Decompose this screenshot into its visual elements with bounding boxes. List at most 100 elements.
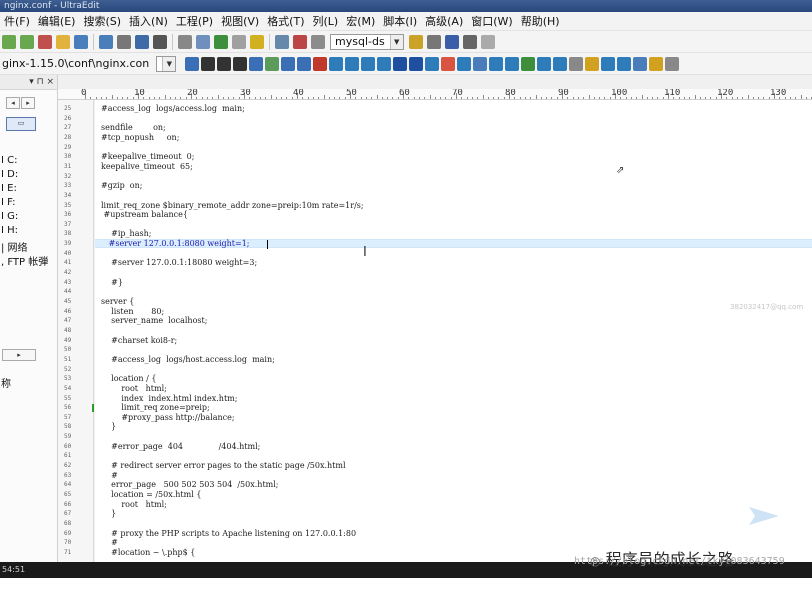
menu-item-10[interactable]: 高级(A) — [421, 12, 467, 30]
toolbar-button-8[interactable] — [153, 35, 167, 49]
panel-item[interactable]: I G: — [0, 211, 18, 222]
toolbar-button-19[interactable] — [444, 35, 459, 49]
format-toolbar-button-16[interactable] — [441, 57, 456, 71]
code-editor[interactable]: #access_log logs/access.log main; sendfil… — [95, 100, 812, 562]
format-toolbar-button-14[interactable] — [409, 57, 424, 71]
toolbar-button-5[interactable] — [99, 35, 113, 49]
format-toolbar-button-28[interactable] — [633, 57, 648, 71]
format-toolbar-button-23[interactable] — [553, 57, 568, 71]
format-toolbar-button-8[interactable] — [313, 57, 328, 71]
menu-item-3[interactable]: 插入(N) — [125, 12, 172, 30]
toolbar-button-20[interactable] — [462, 35, 477, 49]
menu-item-6[interactable]: 格式(T) — [263, 12, 308, 30]
format-toolbar-button-2[interactable] — [217, 57, 232, 71]
code-line[interactable]: #server 127.0.0.1:8080 weight=1; — [101, 240, 250, 248]
toolbar-button-10[interactable] — [196, 35, 210, 49]
code-line[interactable]: location = /50x.html { — [101, 491, 201, 499]
format-toolbar-button-20[interactable] — [505, 57, 520, 71]
toolbar-button-0[interactable] — [2, 35, 16, 49]
panel-item[interactable]: I C: — [0, 155, 17, 166]
code-line[interactable]: root html; — [101, 500, 167, 509]
code-line[interactable]: } — [101, 510, 116, 518]
code-line[interactable]: # — [101, 539, 118, 547]
format-toolbar-button-0[interactable] — [185, 57, 200, 71]
code-line[interactable]: #gzip on; — [101, 182, 142, 190]
code-line[interactable]: server_name localhost; — [101, 317, 207, 325]
toolbar-button-14[interactable] — [275, 35, 289, 49]
format-toolbar-button-21[interactable] — [521, 57, 536, 71]
toolbar-button-11[interactable] — [214, 35, 228, 49]
panel-item[interactable]: | 网络 — [0, 239, 28, 254]
format-toolbar-button-22[interactable] — [537, 57, 552, 71]
panel-scroll-button[interactable]: ▸ — [2, 349, 36, 361]
format-toolbar-button-4[interactable] — [249, 57, 264, 71]
toolbar-button-12[interactable] — [232, 35, 246, 49]
code-line[interactable]: limit_req zone=preip; — [101, 404, 209, 412]
toolbar-button-2[interactable] — [38, 35, 52, 49]
panel-item[interactable]: I H: — [0, 225, 18, 236]
menu-item-2[interactable]: 搜索(S) — [79, 12, 125, 30]
panel-forward-button[interactable]: ▸ — [21, 97, 35, 109]
code-line[interactable]: #upstream balance{ — [101, 211, 188, 219]
menu-item-12[interactable]: 帮助(H) — [517, 12, 564, 30]
toolbar-button-4[interactable] — [74, 35, 88, 49]
menu-item-0[interactable]: 件(F) — [0, 12, 34, 30]
code-line[interactable]: # proxy the PHP scripts to Apache listen… — [101, 529, 356, 538]
format-toolbar-button-18[interactable] — [473, 57, 488, 71]
code-line[interactable]: #keepalive_timeout 0; — [101, 153, 194, 161]
panel-item[interactable]: I D: — [0, 169, 18, 180]
format-toolbar-button-30[interactable] — [665, 57, 680, 71]
format-toolbar-button-6[interactable] — [281, 57, 296, 71]
toolbar-button-7[interactable] — [135, 35, 149, 49]
code-line[interactable]: server { — [101, 298, 134, 306]
format-toolbar-button-9[interactable] — [329, 57, 344, 71]
toolbar-button-6[interactable] — [117, 35, 131, 49]
code-line[interactable]: #location ~ \.php$ { — [101, 548, 195, 557]
format-toolbar-button-24[interactable] — [569, 57, 584, 71]
menu-item-5[interactable]: 视图(V) — [217, 12, 263, 30]
config-combo[interactable]: mysql-ds ▼ — [330, 34, 404, 50]
toolbar-button-1[interactable] — [20, 35, 34, 49]
toolbar-button-17[interactable] — [408, 35, 423, 49]
format-toolbar-button-1[interactable] — [201, 57, 216, 71]
menu-item-1[interactable]: 编辑(E) — [34, 12, 80, 30]
format-toolbar-button-11[interactable] — [361, 57, 376, 71]
format-toolbar-button-12[interactable] — [377, 57, 392, 71]
code-line[interactable]: location / { — [101, 375, 156, 383]
toolbar-button-9[interactable] — [178, 35, 192, 49]
code-line[interactable]: #error_page 404 /404.html; — [101, 442, 260, 451]
menu-item-9[interactable]: 脚本(I) — [379, 12, 421, 30]
format-toolbar-button-27[interactable] — [617, 57, 632, 71]
panel-item[interactable]: 称 — [0, 375, 11, 390]
code-line[interactable]: # — [101, 471, 118, 480]
format-toolbar-button-29[interactable] — [649, 57, 664, 71]
menu-item-8[interactable]: 宏(M) — [342, 12, 379, 30]
code-line[interactable]: #charset koi8-r; — [101, 336, 177, 345]
panel-item[interactable]: I F: — [0, 197, 15, 208]
code-line[interactable]: root html; — [101, 384, 167, 393]
panel-back-button[interactable]: ◂ — [6, 97, 20, 109]
file-path-label[interactable]: ginx-1.15.0\conf\nginx.con — [0, 55, 149, 73]
toolbar-button-18[interactable] — [426, 35, 441, 49]
code-line[interactable]: #} — [101, 278, 123, 287]
code-line[interactable]: index index.html index.htm; — [101, 394, 237, 403]
code-line[interactable]: #tcp_nopush on; — [101, 133, 179, 142]
format-toolbar-button-10[interactable] — [345, 57, 360, 71]
format-toolbar-button-13[interactable] — [393, 57, 408, 71]
code-line[interactable]: # redirect server error pages to the sta… — [101, 462, 345, 470]
panel-drive-selector[interactable]: ▭ — [6, 117, 36, 131]
format-toolbar-button-19[interactable] — [489, 57, 504, 71]
toolbar-button-13[interactable] — [250, 35, 264, 49]
format-toolbar-button-7[interactable] — [297, 57, 312, 71]
code-line[interactable]: #access_log logs/host.access.log main; — [101, 355, 275, 364]
toolbar-button-16[interactable] — [311, 35, 325, 49]
format-toolbar-button-5[interactable] — [265, 57, 280, 71]
toolbar-button-3[interactable] — [56, 35, 70, 49]
panel-item[interactable]: , FTP 帐弾 — [0, 253, 48, 268]
code-line[interactable]: #ip_hash; — [101, 230, 151, 238]
menu-item-7[interactable]: 列(L) — [309, 12, 343, 30]
code-line[interactable]: limit_req_zone $binary_remote_addr zone=… — [101, 201, 364, 210]
code-line[interactable]: #proxy_pass http://balance; — [101, 413, 234, 422]
format-toolbar-button-25[interactable] — [585, 57, 600, 71]
code-line[interactable]: #access_log logs/access.log main; — [101, 105, 245, 113]
